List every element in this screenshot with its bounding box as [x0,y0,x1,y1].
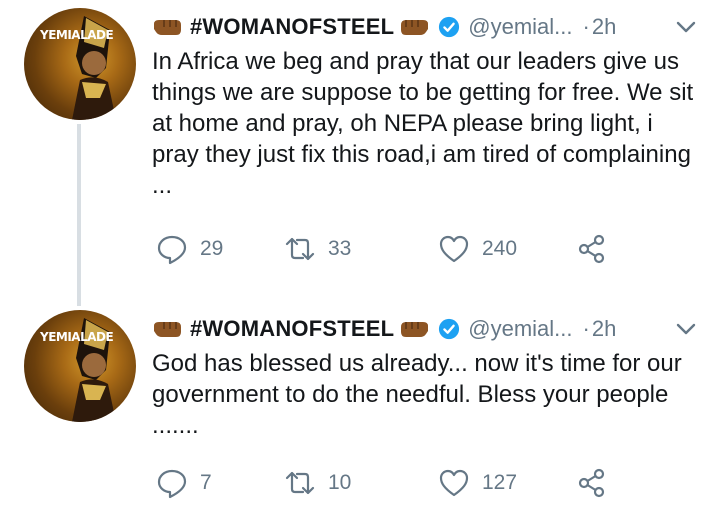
avatar-portrait-icon [72,16,116,120]
like-count: 240 [482,237,518,260]
fist-emoji-icon [401,20,429,35]
author-name[interactable]: #WOMANOFSTEEL [190,14,394,40]
like-button[interactable]: 240 [438,232,517,266]
avatar-brand-text: YEMIALADE [40,28,114,42]
chevron-down-icon[interactable] [676,322,696,336]
share-icon [578,234,605,264]
reply-icon [157,469,187,499]
separator-dot: · [582,316,590,341]
separator-dot: · [582,14,590,39]
like-icon [439,469,469,497]
tweet-actions: 29 33 240 [152,232,622,266]
tweet-timestamp[interactable]: 2h [592,14,616,40]
verified-badge-icon [439,16,460,38]
retweet-button[interactable]: 33 [284,232,351,266]
retweet-icon [285,471,315,495]
tweet-timestamp[interactable]: 2h [592,316,616,342]
author-handle[interactable]: @yemial... [468,316,572,342]
share-icon [578,468,605,498]
fist-emoji-icon [154,20,181,35]
author-name[interactable]: #WOMANOFSTEEL [190,316,394,342]
reply-count: 29 [200,237,224,260]
tweet-header: #WOMANOFSTEEL @yemial... · 2h [152,312,616,346]
retweet-icon [285,237,315,261]
like-count: 127 [482,471,518,494]
avatar-portrait-icon [72,318,116,422]
chevron-down-icon[interactable] [676,20,696,34]
thread-connector-line [77,124,81,306]
retweet-count: 10 [328,471,352,494]
fist-emoji-icon [401,322,429,337]
avatar[interactable]: YEMIALADE [24,310,136,422]
reply-button[interactable]: 29 [156,232,223,266]
tweet[interactable]: YEMIALADE #WOMANOFSTEEL @yemial... · 2h … [0,300,720,513]
tweet-actions: 7 10 127 [152,466,622,500]
avatar-brand-text: YEMIALADE [40,330,114,344]
share-button[interactable] [576,232,608,266]
tweet[interactable]: YEMIALADE #WOMANOFSTEEL @yemial... · 2h … [0,0,720,306]
share-button[interactable] [576,466,608,500]
reply-icon [157,235,187,265]
avatar[interactable]: YEMIALADE [24,8,136,120]
retweet-button[interactable]: 10 [284,466,351,500]
like-button[interactable]: 127 [438,466,517,500]
tweet-text: In Africa we beg and pray that our leade… [152,48,694,199]
reply-count: 7 [200,471,212,494]
author-handle[interactable]: @yemial... [468,14,572,40]
like-icon [439,235,469,263]
retweet-count: 33 [328,237,352,260]
tweet-header: #WOMANOFSTEEL @yemial... · 2h [152,10,616,44]
fist-emoji-icon [154,322,181,337]
tweet-text: God has blessed us already... now it's t… [152,350,682,439]
verified-badge-icon [439,318,460,340]
reply-button[interactable]: 7 [156,466,212,500]
